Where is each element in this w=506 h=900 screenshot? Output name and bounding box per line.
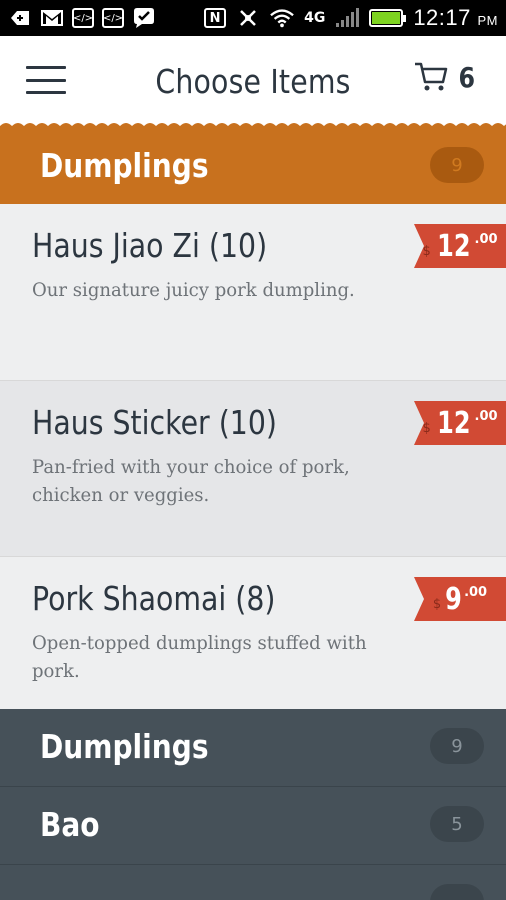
- menu-item[interactable]: Haus Jiao Zi (10) Our signature juicy po…: [0, 204, 506, 381]
- category-list-item[interactable]: [0, 865, 506, 900]
- menu-item[interactable]: Haus Sticker (10) Pan-fried with your ch…: [0, 381, 506, 557]
- code-icon: </>: [72, 8, 94, 28]
- price-whole: 12: [436, 228, 471, 264]
- signal-icon: [335, 7, 360, 29]
- plus-icon: [8, 7, 32, 29]
- price-whole: 12: [436, 405, 471, 441]
- page-title: Choose Items: [155, 62, 351, 101]
- cart-button[interactable]: 6: [413, 60, 476, 94]
- category-list: Dumplings 9 Bao 5: [0, 709, 506, 900]
- clock-time: 12:17: [413, 5, 471, 30]
- app-header: Choose Items 6: [0, 36, 506, 126]
- mute-icon: [236, 7, 260, 29]
- nfc-icon: N: [204, 8, 227, 28]
- category-list-name: Dumplings: [40, 727, 209, 766]
- menu-item[interactable]: Pork Shaomai (8) Open-topped dumplings s…: [0, 557, 506, 709]
- category-list-count: [430, 884, 484, 900]
- cart-icon: [414, 62, 447, 91]
- price-currency: $: [422, 420, 431, 436]
- price-cents: .00: [464, 584, 488, 600]
- item-name: Haus Sticker (10): [32, 403, 277, 442]
- category-header[interactable]: Dumplings 9: [0, 126, 506, 204]
- clock: 12:17 PM: [413, 5, 498, 31]
- price-tag: $ 9 .00: [414, 577, 506, 621]
- item-description: Our signature juicy pork dumpling.: [32, 279, 355, 301]
- price-currency: $: [422, 243, 431, 259]
- clock-ampm: PM: [477, 13, 498, 28]
- system-icons: N 4G 12:17 PM: [204, 5, 498, 31]
- network-type: 4G: [304, 10, 326, 26]
- check-icon: [132, 7, 156, 29]
- notification-icons: </> </>: [8, 7, 156, 29]
- status-bar: </> </> N 4G 12:17 PM: [0, 0, 506, 36]
- price-cents: .00: [474, 408, 498, 424]
- category-list-name: Bao: [40, 805, 100, 844]
- gmail-icon: [40, 7, 64, 29]
- battery-icon: [369, 9, 407, 27]
- category-list-count: 5: [430, 806, 484, 842]
- category-list-item[interactable]: Dumplings 9: [0, 709, 506, 787]
- item-name: Pork Shaomai (8): [32, 579, 276, 618]
- category-count-badge: 9: [430, 147, 484, 183]
- category-title: Dumplings: [40, 146, 209, 185]
- category-list-item[interactable]: Bao 5: [0, 787, 506, 865]
- price-cents: .00: [474, 231, 498, 247]
- cart-count: 6: [457, 60, 475, 94]
- wifi-icon: [270, 7, 294, 29]
- item-description: Pan-fried with your choice of pork, chic…: [32, 456, 350, 506]
- price-tag: $ 12 .00: [414, 401, 506, 445]
- price-whole: 9: [445, 581, 462, 617]
- item-description: Open-topped dumplings stuffed with pork.: [32, 632, 367, 682]
- code-icon: </>: [102, 8, 124, 28]
- item-name: Haus Jiao Zi (10): [32, 226, 268, 265]
- category-list-count: 9: [430, 728, 484, 764]
- price-currency: $: [432, 596, 442, 612]
- price-tag: $ 12 .00: [414, 224, 506, 268]
